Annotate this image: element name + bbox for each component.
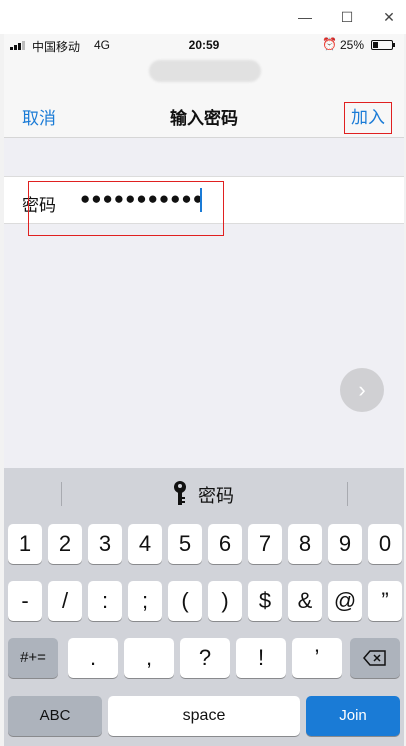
key-period[interactable]: . (68, 638, 118, 678)
key-5[interactable]: 5 (168, 524, 202, 564)
key-comma[interactable]: , (124, 638, 174, 678)
status-bar: 中国移动 4G 20:59 ⏰ 25% (4, 34, 404, 56)
battery-icon (371, 40, 395, 50)
key-question[interactable]: ? (180, 638, 230, 678)
key-colon[interactable]: : (88, 581, 122, 621)
blurred-network-name (149, 60, 261, 82)
suggestion-password-label: 密码 (198, 486, 234, 506)
key-6[interactable]: 6 (208, 524, 242, 564)
key-4[interactable]: 4 (128, 524, 162, 564)
join-button[interactable]: 加入 (344, 102, 392, 134)
key-0[interactable]: 0 (368, 524, 402, 564)
password-highlight-box (28, 181, 224, 236)
key-slash[interactable]: / (48, 581, 82, 621)
symbols-key[interactable]: #+= (8, 638, 58, 678)
maximize-icon[interactable]: ☐ (336, 6, 358, 28)
join-key[interactable]: Join (306, 696, 400, 736)
backspace-icon (363, 650, 386, 666)
key-9[interactable]: 9 (328, 524, 362, 564)
space-key[interactable]: space (108, 696, 300, 736)
key-2[interactable]: 2 (48, 524, 82, 564)
key-ampersand[interactable]: & (288, 581, 322, 621)
key-7[interactable]: 7 (248, 524, 282, 564)
key-right-paren[interactable]: ) (208, 581, 242, 621)
minimize-icon[interactable]: — (294, 6, 316, 28)
keyboard-suggestion-bar[interactable]: 密码 (4, 468, 404, 512)
window-titlebar: — ☐ ✕ (0, 0, 406, 34)
key-icon (174, 481, 186, 505)
battery-fill (373, 42, 378, 48)
keyboard: 密码 1 2 3 4 5 6 7 8 9 0 - / : ; ( ) $ & @… (4, 468, 404, 746)
key-quote[interactable]: ” (368, 581, 402, 621)
key-exclamation[interactable]: ! (236, 638, 286, 678)
abc-key[interactable]: ABC (8, 696, 102, 736)
next-chevron-icon[interactable]: › (340, 368, 384, 412)
key-semicolon[interactable]: ; (128, 581, 162, 621)
phone-screen: 中国移动 4G 20:59 ⏰ 25% 取消 输入密码 加入 密码 ●●●●●●… (4, 34, 404, 746)
key-8[interactable]: 8 (288, 524, 322, 564)
alarm-icon: ⏰ (322, 37, 337, 51)
key-dollar[interactable]: $ (248, 581, 282, 621)
backspace-key[interactable] (350, 638, 400, 678)
key-1[interactable]: 1 (8, 524, 42, 564)
battery-percent: 25% (340, 38, 365, 52)
key-left-paren[interactable]: ( (168, 581, 202, 621)
key-at[interactable]: @ (328, 581, 362, 621)
close-icon[interactable]: ✕ (378, 6, 400, 28)
divider (61, 482, 62, 506)
key-hyphen[interactable]: - (8, 581, 42, 621)
nav-bar: 取消 输入密码 加入 (4, 56, 404, 138)
divider (347, 482, 348, 506)
key-apostrophe[interactable]: ’ (292, 638, 342, 678)
key-3[interactable]: 3 (88, 524, 122, 564)
